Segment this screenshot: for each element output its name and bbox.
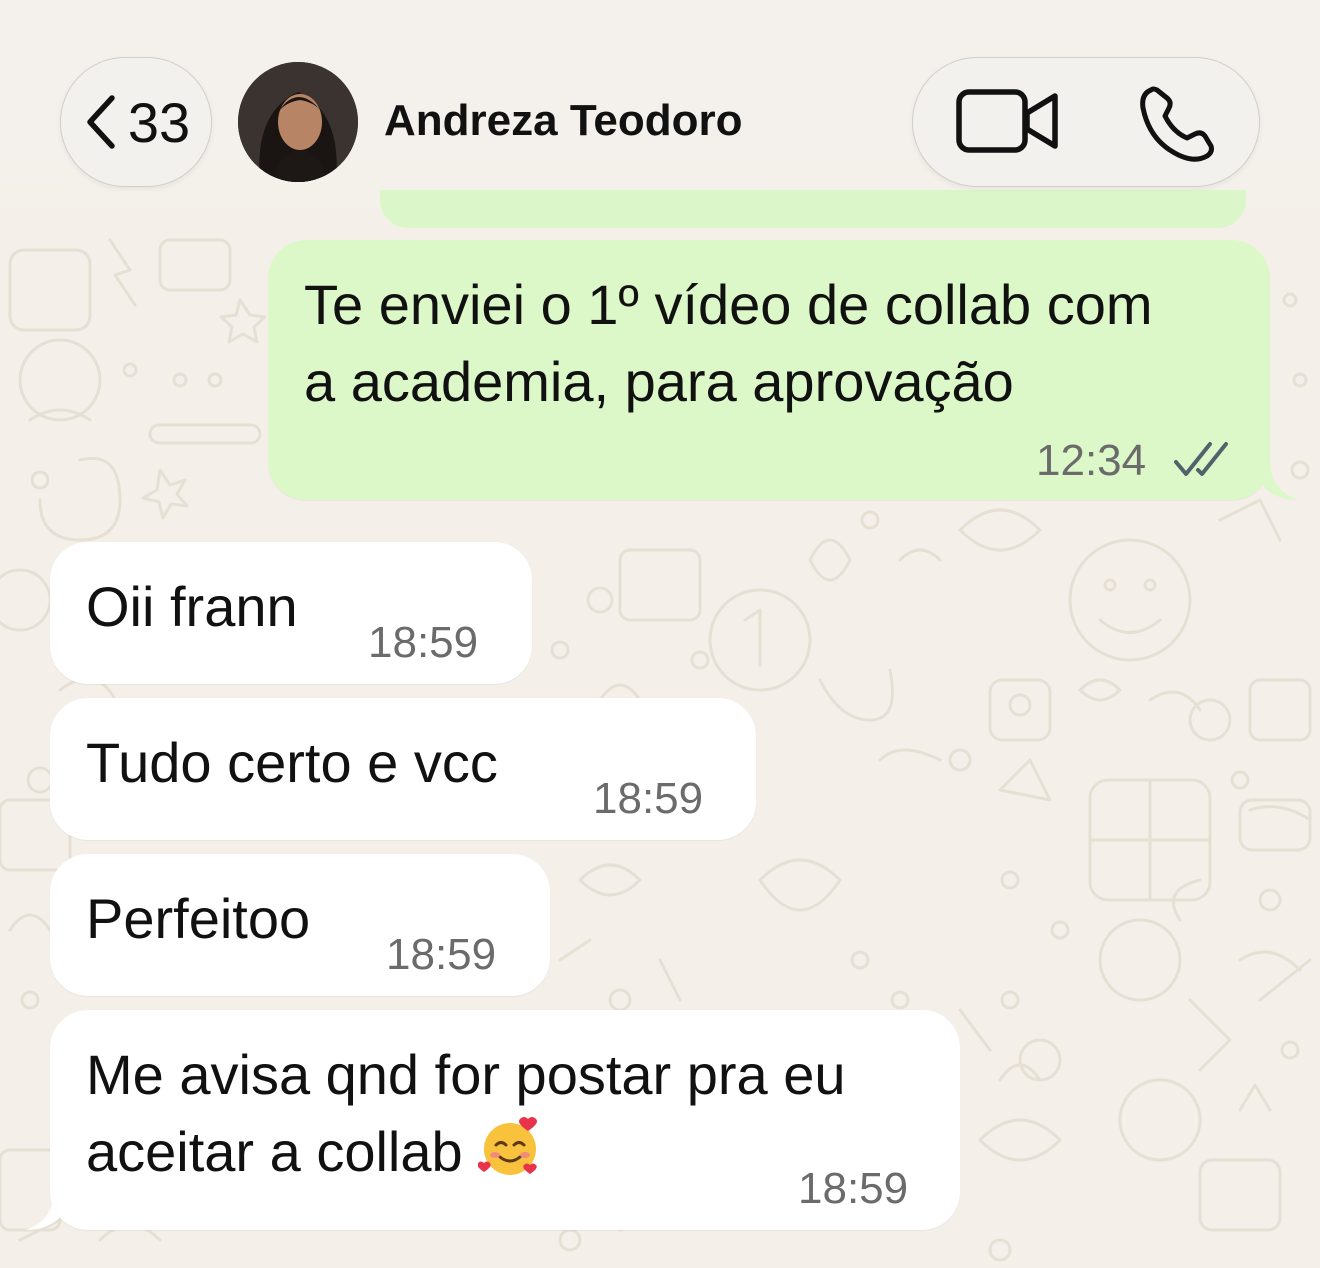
incoming-message[interactable]: Perfeitoo 18:59: [50, 854, 550, 996]
outgoing-message[interactable]: Te enviei o 1º vídeo de collab com a aca…: [268, 240, 1270, 500]
incoming-message[interactable]: Oii frann 18:59: [50, 542, 532, 684]
message-text-line: Me avisa qnd for postar pra eu: [86, 1043, 846, 1106]
chevron-left-icon: [87, 95, 115, 149]
message-time: 18:59: [593, 774, 704, 823]
message-time: 18:59: [386, 930, 497, 979]
video-call-button[interactable]: [955, 86, 1061, 156]
message-time: 18:59: [368, 618, 479, 667]
voice-call-button[interactable]: [1137, 84, 1217, 164]
message-text: Oii frann: [86, 575, 298, 638]
phone-call-icon: [1140, 86, 1214, 162]
message-text: Perfeitoo: [86, 887, 311, 950]
previous-message-edge: [380, 190, 1246, 228]
avatar[interactable]: [238, 62, 358, 182]
contact-photo: [238, 62, 358, 182]
message-text-line: aceitar a collab: [86, 1113, 542, 1190]
unread-count: 33: [127, 90, 191, 154]
smiling-face-with-hearts-icon: [478, 1117, 538, 1175]
message-text-line: Te enviei o 1º vídeo de collab com: [304, 273, 1153, 336]
back-button[interactable]: 33: [60, 57, 212, 187]
message-text-line: a academia, para aprovação: [304, 350, 1014, 413]
message-time: 18:59: [798, 1164, 909, 1213]
double-check-icon: [1174, 442, 1228, 476]
incoming-message[interactable]: Tudo certo e vcc 18:59: [50, 698, 756, 840]
video-call-icon: [956, 89, 1058, 153]
contact-name[interactable]: Andreza Teodoro: [384, 96, 743, 146]
bubble-tail: [1250, 460, 1298, 500]
bubble-tail: [26, 1190, 74, 1230]
call-actions: [912, 57, 1260, 187]
message-text-segment: aceitar a collab: [86, 1120, 463, 1183]
message-text: Tudo certo e vcc: [86, 731, 498, 794]
incoming-message[interactable]: Me avisa qnd for postar pra eu aceitar a…: [50, 1010, 960, 1230]
message-time: 12:34: [1036, 436, 1147, 485]
